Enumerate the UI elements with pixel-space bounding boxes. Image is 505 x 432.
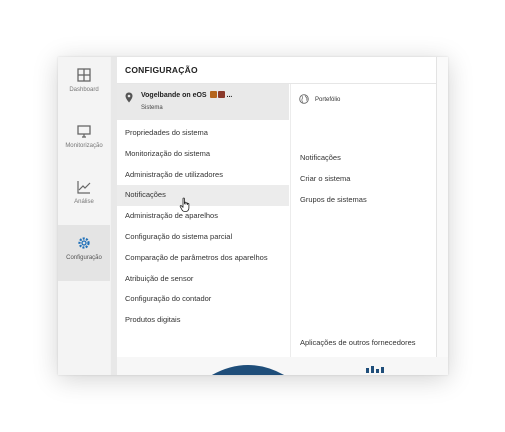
system-name-text: Vogelbande on eOS [141, 92, 207, 99]
system-subtitle: Sistema [141, 105, 163, 111]
menu-item-produtos-digitais[interactable]: Produtos digitais [117, 310, 289, 331]
globe-icon [299, 94, 309, 104]
sidebar-item-label: Análise [74, 199, 94, 205]
menu-item-notificacoes[interactable]: Notificações [117, 185, 289, 207]
hand-cursor-icon [179, 197, 190, 212]
dashboard-icon [77, 68, 91, 82]
menu-left-column: Vogelbande on eOS ... Sistema Propriedad… [117, 84, 289, 357]
submenu-item-criar-o-sistema[interactable]: Criar o sistema [291, 169, 438, 190]
panel-header: CONFIGURAÇÃO [117, 57, 436, 84]
emoji-icon [209, 91, 217, 98]
sidebar-item-configuracao[interactable]: Configuração [58, 225, 110, 281]
menu-list: Propriedades do sistema Monitorização do… [117, 123, 289, 331]
app-window: Dashboard Monitorização Análise Configur… [58, 57, 448, 375]
sidebar-item-analise[interactable]: Análise [58, 169, 110, 225]
location-pin-icon [125, 92, 133, 103]
submenu-item-notificacoes[interactable]: Notificações [291, 148, 438, 169]
sidebar-item-label: Dashboard [69, 87, 99, 93]
menu-item-comparacao-de-parametros[interactable]: Comparação de parâmetros dos aparelhos [117, 248, 289, 269]
menu-item-configuracao-do-contador[interactable]: Configuração do contador [117, 289, 289, 310]
system-name-ellipsis: ... [226, 92, 233, 99]
gear-icon [78, 237, 90, 249]
sidebar-item-monitorizacao[interactable]: Monitorização [58, 113, 110, 169]
system-name: Vogelbande on eOS ... [141, 91, 232, 99]
background-content [436, 57, 448, 375]
monitor-icon [77, 125, 91, 138]
menu-item-atribuicao-de-sensor[interactable]: Atribuição de sensor [117, 269, 289, 290]
portfolio-label: Portefólio [315, 97, 341, 103]
menu-item-configuracao-do-sistema-parcial[interactable]: Configuração do sistema parcial [117, 227, 289, 248]
panel-title: CONFIGURAÇÃO [125, 65, 198, 75]
sidebar-item-label: Monitorização [65, 143, 103, 149]
system-selector[interactable]: Vogelbande on eOS ... Sistema [117, 84, 289, 120]
sidebar: Dashboard Monitorização Análise Configur… [58, 57, 110, 375]
submenu-item-aplicacoes-de-outros-fornecedores[interactable]: Aplicações de outros fornecedores [300, 338, 416, 347]
menu-item-administracao-de-utilizadores[interactable]: Administração de utilizadores [117, 165, 289, 186]
mini-bar-chart-fragment [366, 366, 384, 373]
menu-item-propriedades-do-sistema[interactable]: Propriedades do sistema [117, 123, 289, 144]
submenu-item-grupos-de-sistemas[interactable]: Grupos de sistemas [291, 190, 438, 211]
menu-item-administracao-de-aparelhos[interactable]: Administração de aparelhos [117, 206, 289, 227]
emoji-icon [217, 91, 225, 98]
portfolio-link[interactable]: Portefólio [291, 84, 437, 120]
menu-item-monitorizacao-do-sistema[interactable]: Monitorização do sistema [117, 144, 289, 165]
chart-icon [77, 181, 91, 194]
donut-chart-fragment [212, 365, 284, 375]
configuration-menu-panel: CONFIGURAÇÃO Vogelbande on eOS ... Siste… [117, 57, 437, 357]
submenu-list: Notificações Criar o sistema Grupos de s… [291, 148, 438, 210]
sidebar-item-label: Configuração [66, 255, 102, 261]
sidebar-item-dashboard[interactable]: Dashboard [58, 57, 110, 113]
menu-right-column: Portefólio Notificações Criar o sistema … [290, 84, 437, 357]
